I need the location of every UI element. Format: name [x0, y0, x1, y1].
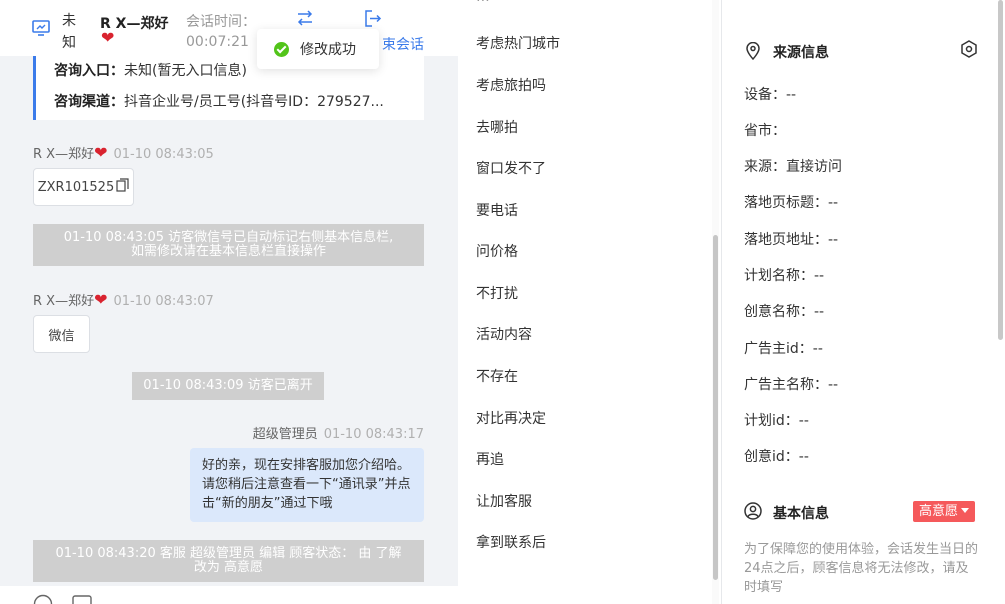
chat-panel: 未知 R X—郑好 ❤ 会话时间： 00:07:21 束会话 修改成功 咨询入口… [0, 0, 459, 604]
system-note-line: 如需修改请在基本信息栏直接操作 [130, 244, 326, 259]
message-time: 01-10 08:43:05 [113, 147, 214, 162]
heart-icon: ❤ [94, 290, 108, 309]
monitor-icon [32, 20, 50, 41]
system-note-line: 01-10 08:43:09 访客已离开 [143, 378, 313, 393]
message-time: 01-10 08:43:07 [113, 294, 214, 309]
chat-input-toolbar [0, 586, 458, 604]
quick-reply-item-partial[interactable]: ⋯ [476, 0, 490, 8]
basic-info-note: 为了保障您的使用体验，会话发生当日的24点之后，顾客信息将无法修改，请及时填写 [744, 542, 979, 595]
info-province: 省市： [744, 123, 786, 139]
info-advertiser-name: 广告主名称：-- [744, 377, 839, 393]
customer-info-panel: 来源信息 设备：-- 省市： 来源：直接访问 落地页标题：-- 落地页地址：--… [722, 0, 1005, 604]
settings-hex-icon[interactable] [960, 40, 978, 62]
message-text: 好的亲，现在安排客服加您介绍哈。请您稍后注意查看一下“通讯录”并点击“新的朋友”… [202, 458, 411, 511]
system-note-line: 01-10 08:43:05 访客微信号已自动标记右侧基本信息栏, [63, 230, 394, 245]
info-plan-name: 计划名称：-- [744, 268, 825, 284]
quick-reply-item[interactable]: 不打扰 [476, 283, 518, 303]
visitor-status: 未知 [62, 13, 76, 51]
consult-channel: 咨询渠道：抖音企业号/员工号(抖音号ID：279527... [54, 91, 424, 111]
message-meta: R X—郑好❤ 01-10 08:43:05 [33, 143, 214, 163]
chat-header: 未知 R X—郑好 ❤ 会话时间： 00:07:21 束会话 [0, 0, 458, 56]
message-bubble-self[interactable]: 好的亲，现在安排客服加您介绍哈。请您稍后注意查看一下“通讯录”并点击“新的朋友”… [190, 448, 424, 522]
message-bubble[interactable]: ZXR101525 [33, 168, 134, 206]
quick-reply-scrollbar[interactable] [713, 235, 718, 580]
basic-info-title: 基本信息 [773, 506, 829, 522]
info-panel-scrollbar[interactable] [998, 0, 1003, 340]
image-upload-icon[interactable] [72, 595, 92, 604]
quick-reply-panel: ⋯ 考虑热门城市 考虑旅拍吗 去哪拍 窗口发不了 要电话 问价格 不打扰 活动内… [458, 0, 722, 604]
quick-reply-item[interactable]: 问价格 [476, 241, 518, 261]
session-time-value: 00:07:21 [186, 34, 249, 50]
quick-reply-item[interactable]: 考虑热门城市 [476, 33, 560, 53]
end-session-button[interactable]: 束会话 [382, 34, 424, 54]
emoji-icon[interactable] [33, 594, 53, 604]
message-sender: 超级管理员 [252, 427, 318, 442]
info-landing-title: 落地页标题：-- [744, 195, 839, 211]
quick-reply-item[interactable]: 对比再决定 [476, 408, 546, 428]
quick-reply-item[interactable]: 要电话 [476, 200, 518, 220]
info-plan-id: 计划id：-- [744, 413, 809, 429]
session-time-label: 会话时间： [186, 14, 256, 30]
heart-icon: ❤ [101, 28, 115, 47]
system-note: 01-10 08:43:05 访客微信号已自动标记右侧基本信息栏, 如需修改请在… [33, 224, 424, 266]
consult-entry-label: 咨询入口： [54, 63, 124, 79]
message-meta: R X—郑好❤ 01-10 08:43:07 [33, 290, 214, 310]
consult-entry: 咨询入口：未知(暂无入口信息) [54, 60, 247, 80]
system-note: 01-10 08:43:09 访客已离开 [132, 372, 324, 400]
message-time: 01-10 08:43:17 [323, 427, 424, 442]
quick-reply-item[interactable]: 活动内容 [476, 324, 532, 344]
quick-reply-item[interactable]: 去哪拍 [476, 117, 518, 137]
quick-reply-item[interactable]: 再追 [476, 449, 504, 469]
message-sender: R X—郑好 [33, 294, 95, 309]
info-device: 设备：-- [744, 87, 797, 103]
intent-status-label: 高意愿 [919, 504, 959, 519]
quick-reply-item[interactable]: 考虑旅拍吗 [476, 75, 546, 95]
message-meta: 超级管理员 01-10 08:43:17 [253, 423, 424, 442]
quick-reply-item[interactable]: 让加客服 [476, 491, 532, 511]
system-note: 01-10 08:43:20 客服 超级管理员 编辑 顾客状态： 由 了解 改为… [33, 540, 424, 582]
info-creative-id: 创意id：-- [744, 449, 809, 465]
quick-reply-item[interactable]: 窗口发不了 [476, 158, 546, 178]
caret-down-icon [961, 508, 970, 513]
toast-message: 修改成功 [300, 42, 356, 58]
info-creative-name: 创意名称：-- [744, 304, 825, 320]
system-note-line: 01-10 08:43:20 客服 超级管理员 编辑 顾客状态： 由 了解 [55, 546, 402, 561]
exit-icon[interactable] [364, 10, 382, 31]
system-note-line: 改为 高意愿 [193, 560, 264, 575]
info-advertiser-id: 广告主id：-- [744, 341, 823, 357]
message-text: ZXR101525 [37, 179, 115, 195]
quick-reply-item[interactable]: 拿到联系后 [476, 532, 546, 552]
location-pin-icon [745, 41, 761, 64]
user-circle-icon [744, 502, 762, 524]
transfer-icon[interactable] [296, 10, 314, 30]
message-text: 微信 [48, 328, 75, 344]
message-sender: R X—郑好 [33, 147, 95, 162]
consult-entry-value: 未知(暂无入口信息) [124, 63, 247, 79]
message-bubble[interactable]: 微信 [33, 315, 90, 353]
check-circle-icon [274, 41, 289, 57]
quick-reply-item[interactable]: 不存在 [476, 366, 518, 386]
heart-icon: ❤ [94, 143, 108, 162]
consult-channel-label: 咨询渠道： [54, 94, 124, 110]
copy-icon[interactable] [116, 178, 129, 196]
info-landing-url: 落地页地址：-- [744, 232, 839, 248]
consult-channel-value: 抖音企业号/员工号(抖音号ID：279527... [124, 94, 384, 110]
success-toast: 修改成功 [257, 29, 379, 69]
intent-status-dropdown[interactable]: 高意愿 [913, 501, 976, 522]
info-source: 来源：直接访问 [744, 159, 842, 175]
source-info-title: 来源信息 [773, 45, 829, 61]
